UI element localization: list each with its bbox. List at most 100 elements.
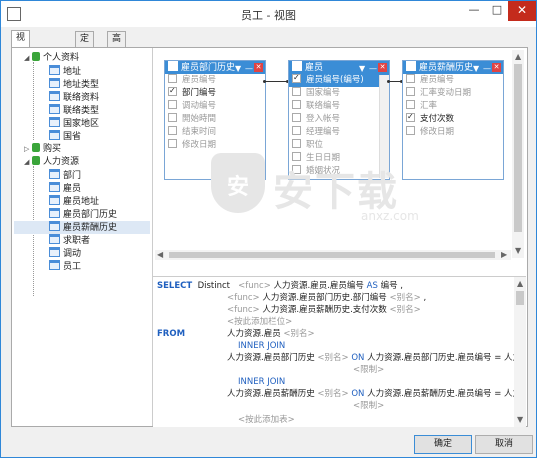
dropdown-icon[interactable]: ▼ [473,62,479,75]
table-box-header[interactable]: 雇员薪酬历史 ▼ — ✕ [403,61,503,74]
canvas-horizontal-scrollbar[interactable]: ◀ ▶ [155,250,511,260]
field-row[interactable]: 国家编号 [289,87,389,100]
field-checkbox[interactable] [406,100,415,109]
field-checkbox[interactable] [292,113,301,122]
field-row[interactable]: 汇率 [403,100,503,113]
field-row[interactable]: 联络编号 [289,100,389,113]
tree-item[interactable]: 雇员地址 [49,195,99,208]
join-line[interactable] [264,81,288,82]
field-checkbox[interactable] [292,139,301,148]
tree-item[interactable]: 国家地区 [49,117,99,130]
field-row[interactable]: 雇员编号 [165,74,265,87]
field-row[interactable]: 经理编号 [289,126,389,139]
tree-item[interactable]: 联络类型 [49,104,99,117]
minimize-icon[interactable]: — [245,62,253,75]
scroll-thumb[interactable] [514,64,522,232]
table-box-header[interactable]: 雇员 ▼ — ✕ [289,61,389,74]
select-all-checkbox[interactable] [168,61,178,71]
sql-editor[interactable]: SELECT Distinct <func> 人力资源.雇员.雇员编号 AS 编… [153,276,526,427]
field-checkbox[interactable] [292,126,301,135]
field-checkbox[interactable] [406,74,415,83]
select-all-checkbox[interactable] [292,61,302,71]
tree-group-personal[interactable]: ◢ 个人资料 [24,52,79,65]
field-checkbox[interactable] [292,87,301,96]
pane-splitter[interactable] [153,262,526,276]
scroll-down-icon[interactable]: ▼ [515,246,521,255]
sql-add-column[interactable]: <按此添加栏位> [227,316,292,328]
scroll-down-icon[interactable]: ▼ [517,415,523,424]
field-checkbox[interactable] [168,100,177,109]
canvas-vertical-scrollbar[interactable]: ▲ ▼ [512,50,524,258]
sql-line: <func> 人力资源.雇员部门历史.部门编号 <别名> , [227,293,427,303]
scroll-thumb[interactable] [169,252,495,258]
table-box-header[interactable]: 雇员部门历史 ▼ — ✕ [165,61,265,74]
close-icon[interactable]: ✕ [378,63,387,72]
cancel-button[interactable]: 取消 [475,435,533,454]
field-row[interactable]: 雇员编号 [403,74,503,87]
tree-item[interactable]: 部门 [49,169,81,182]
tree-item[interactable]: 雇员部门历史 [49,208,117,221]
tree-item[interactable]: 地址类型 [49,78,99,91]
design-canvas[interactable]: 雇员部门历史▼—✕ 雇员编号 部门编号 调动编号 開始時間 结束时间 修改日期 … [153,48,526,262]
field-row[interactable]: 修改日期 [165,139,265,152]
field-row[interactable]: 部门编号 [165,84,265,100]
tree-item[interactable]: 联络资料 [49,91,99,104]
field-row[interactable]: 汇率变动日期 [403,87,503,100]
field-row[interactable]: 開始時間 [165,113,265,126]
field-checkbox[interactable] [292,100,301,109]
dropdown-icon[interactable]: ▼ [235,62,241,75]
sql-vertical-scrollbar[interactable]: ▲ ▼ [514,277,526,427]
table-icon [49,182,60,192]
field-checkbox[interactable] [168,84,177,97]
minimize-icon[interactable]: — [483,62,491,75]
field-checkbox[interactable] [168,113,177,122]
scroll-up-icon[interactable]: ▲ [517,279,523,288]
tree-item[interactable]: 国省 [49,130,81,143]
field-checkbox[interactable] [168,74,177,83]
expand-icon[interactable]: ▷ [24,143,32,156]
field-row[interactable]: 支付次数 [403,110,503,126]
close-icon[interactable]: ✕ [492,63,501,72]
field-checkbox[interactable] [406,87,415,96]
scroll-right-icon[interactable]: ▶ [501,250,507,259]
tab-definition[interactable]: 定义 [75,31,95,59]
tree-group-purchase[interactable]: ▷ 购买 [24,143,61,156]
field-row[interactable]: 登入帐号 [289,113,389,126]
maximize-button[interactable]: □ [486,1,508,21]
select-all-checkbox[interactable] [406,61,416,71]
field-row[interactable]: 雇员编号(编号) [289,71,389,87]
minimize-button[interactable]: — [462,1,486,21]
field-checkbox[interactable] [406,110,415,123]
sql-add-table[interactable]: <按此添加表> [238,414,295,426]
tab-view-builder[interactable]: 视图创建工具 [11,30,31,118]
tree-item[interactable]: 员工 [49,260,81,273]
collapse-icon[interactable]: ◢ [24,156,32,169]
tab-advanced[interactable]: 高级 [107,31,127,59]
field-checkbox[interactable] [406,126,415,135]
close-button[interactable]: ✕ [508,1,536,21]
field-checkbox[interactable] [168,126,177,135]
ok-button[interactable]: 确定 [414,435,472,454]
scroll-thumb[interactable] [516,291,524,305]
tree-item[interactable]: 雇员 [49,182,81,195]
tree-item-selected[interactable]: 雇员薪酬历史 [14,221,150,234]
field-checkbox[interactable] [292,71,301,84]
field-checkbox[interactable] [168,139,177,148]
tree-group-hr[interactable]: ◢ 人力资源 [24,156,79,169]
table-icon [49,91,60,101]
scroll-left-icon[interactable]: ◀ [157,250,163,259]
field-row[interactable]: 结束时间 [165,126,265,139]
minimize-icon[interactable]: — [369,62,377,75]
field-row[interactable]: 修改日期 [403,126,503,139]
tree-item[interactable]: 地址 [49,65,81,78]
tree-item[interactable]: 调动 [49,247,81,260]
dropdown-icon[interactable]: ▼ [359,62,365,75]
view-window: 员工 - 视图 — □ ✕ 视图创建工具 定义 高级 ◢个人资料 地址 地址类型… [0,0,537,458]
field-row[interactable]: 职位 [289,139,389,152]
scroll-up-icon[interactable]: ▲ [515,52,521,61]
collapse-icon[interactable]: ◢ [24,52,32,65]
view-builder-panel: ◢ 个人资料 地址 地址类型 联络资料 联络类型 国家地区 国省 ▷ 购买 ◢ 人力资… [11,47,528,427]
field-row[interactable]: 调动编号 [165,100,265,113]
close-icon[interactable]: ✕ [254,63,263,72]
tree-item[interactable]: 求职者 [49,234,90,247]
